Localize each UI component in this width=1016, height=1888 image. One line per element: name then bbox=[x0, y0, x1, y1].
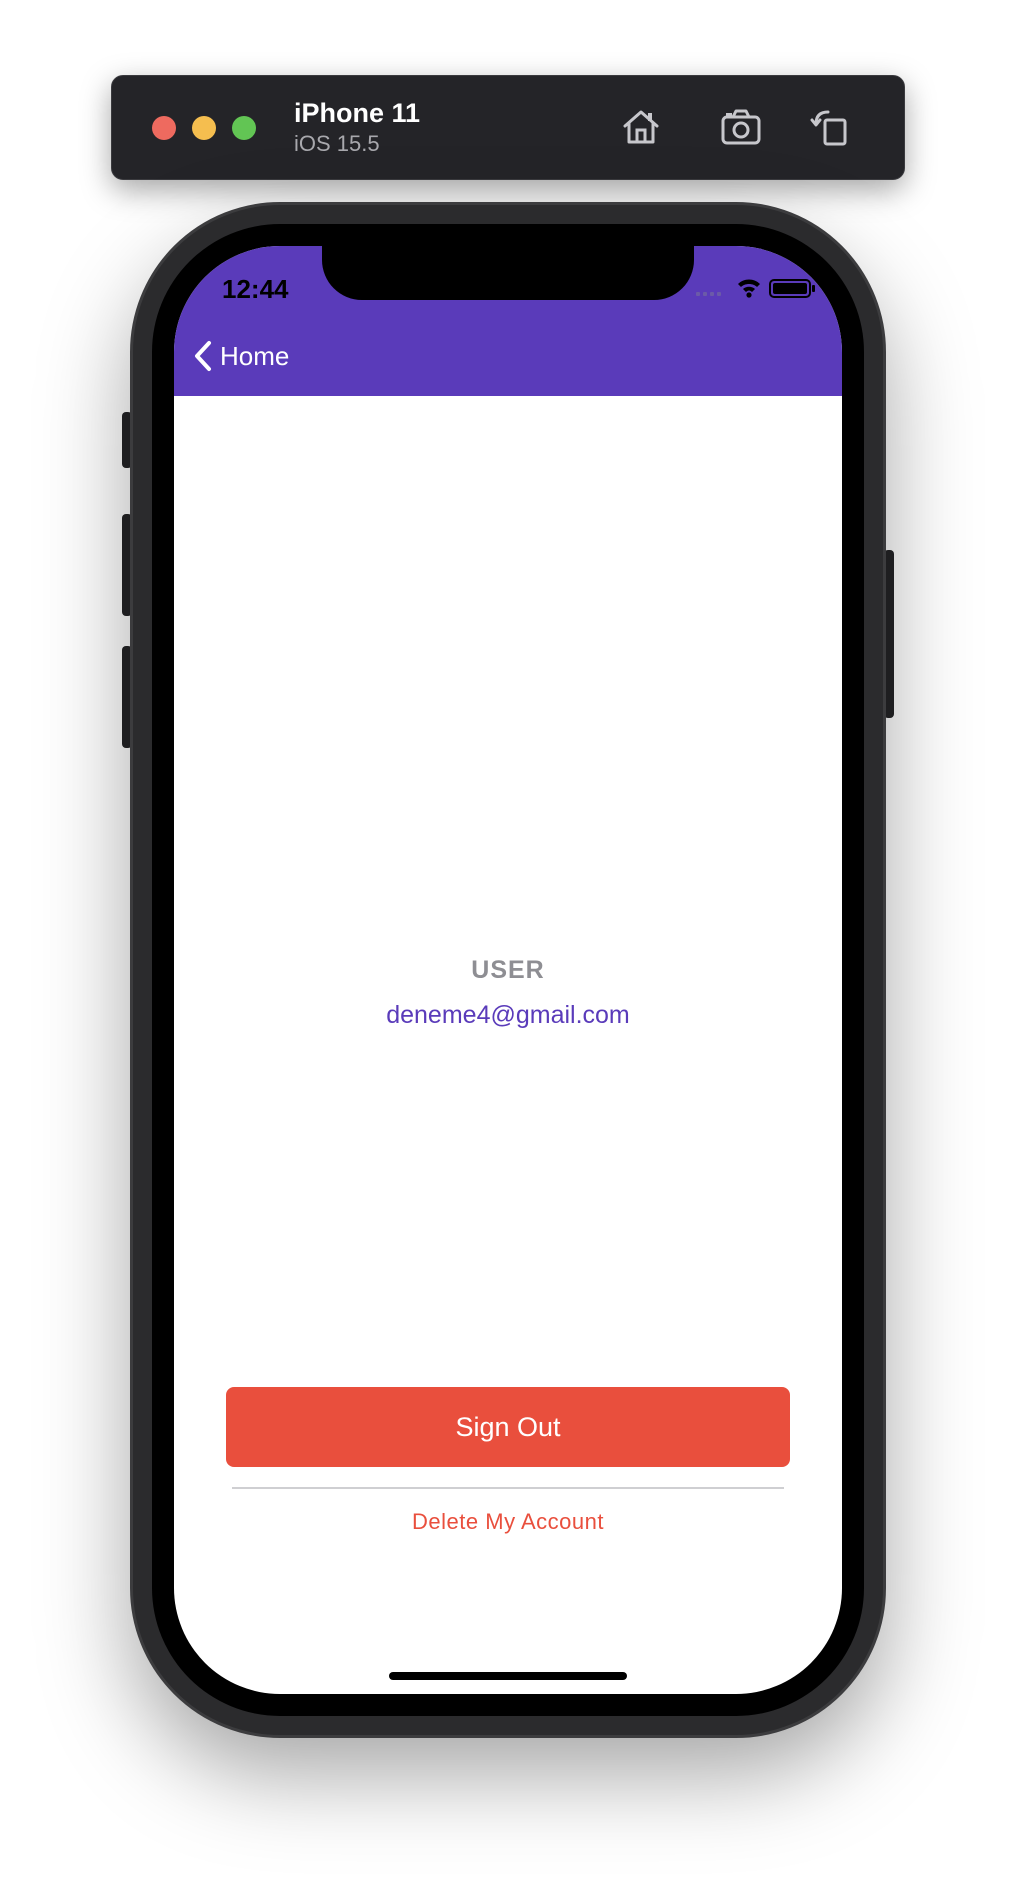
chevron-left-icon bbox=[195, 341, 211, 371]
sign-out-label: Sign Out bbox=[455, 1411, 561, 1442]
phone-screen: 12:44 Home USER deneme4@gmail.com Sign O… bbox=[174, 246, 842, 1694]
minimize-window-button[interactable] bbox=[192, 116, 216, 140]
status-time: 12:44 bbox=[222, 274, 289, 304]
user-email: deneme4@gmail.com bbox=[386, 1001, 630, 1029]
status-icons bbox=[696, 279, 815, 298]
screenshot-icon[interactable] bbox=[718, 104, 764, 150]
close-window-button[interactable] bbox=[152, 116, 176, 140]
sign-out-button[interactable]: Sign Out bbox=[226, 1387, 790, 1467]
delete-account-link[interactable]: Delete My Account bbox=[174, 1509, 842, 1535]
home-indicator[interactable] bbox=[389, 1672, 627, 1680]
back-button[interactable]: Home bbox=[192, 336, 289, 376]
cellular-icon bbox=[696, 292, 721, 296]
wifi-icon bbox=[738, 279, 760, 298]
os-version: iOS 15.5 bbox=[294, 131, 380, 156]
battery-icon bbox=[769, 279, 815, 298]
back-button-label: Home bbox=[220, 340, 290, 371]
user-heading: USER bbox=[471, 956, 545, 984]
simulator-toolbar bbox=[111, 75, 905, 180]
home-icon[interactable] bbox=[618, 104, 664, 150]
divider bbox=[232, 1487, 784, 1489]
rotate-icon[interactable] bbox=[808, 104, 854, 150]
device-name: iPhone 11 bbox=[294, 98, 421, 128]
notch bbox=[322, 246, 694, 300]
zoom-window-button[interactable] bbox=[232, 116, 256, 140]
